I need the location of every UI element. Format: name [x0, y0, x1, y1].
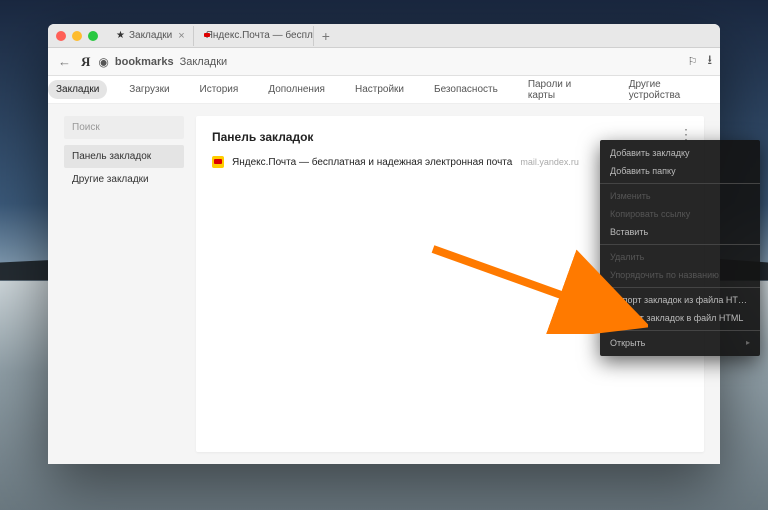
ctx-add-bookmark[interactable]: Добавить закладку [600, 144, 760, 162]
tab-bookmarks[interactable]: ★ Закладки × [108, 26, 194, 46]
tab-yandex-mail[interactable]: Яндекс.Почта — беспл... [194, 26, 314, 46]
close-tab-icon[interactable]: × [178, 30, 184, 42]
yandex-logo-icon[interactable]: Я [81, 54, 90, 70]
subnav-addons[interactable]: Дополнения [260, 80, 333, 99]
sidebar-item-bookmarks-bar[interactable]: Панель закладок [64, 145, 184, 168]
settings-subnav: Закладки Загрузки История Дополнения Нас… [48, 76, 720, 104]
ctx-import-html[interactable]: Импорт закладок из файла HTML [600, 291, 760, 309]
sidebar-item-other-bookmarks[interactable]: Другие закладки [64, 168, 184, 191]
ctx-paste[interactable]: Вставить [600, 223, 760, 241]
ctx-add-folder[interactable]: Добавить папку [600, 162, 760, 180]
titlebar: ★ Закладки × Яндекс.Почта — беспл... + [48, 24, 720, 48]
ctx-separator [600, 287, 760, 288]
yandex-mail-favicon [212, 156, 224, 168]
ctx-copy-link: Копировать ссылку [600, 205, 760, 223]
search-input[interactable]: Поиск [64, 116, 184, 139]
sidebar: Поиск Панель закладок Другие закладки [64, 116, 184, 452]
bookmark-title: Яндекс.Почта — бесплатная и надежная эле… [232, 157, 512, 168]
subnav-passwords[interactable]: Пароли и карты [520, 75, 607, 105]
downloads-icon[interactable]: ⭳ [707, 51, 712, 73]
subnav-history[interactable]: История [192, 80, 247, 99]
subnav-settings[interactable]: Настройки [347, 80, 412, 99]
subnav-devices[interactable]: Другие устройства [621, 75, 720, 105]
ctx-edit: Изменить [600, 187, 760, 205]
feedback-icon[interactable]: ⚐ [688, 55, 698, 68]
close-window-button[interactable] [56, 31, 66, 41]
context-menu: Добавить закладку Добавить папку Изменит… [600, 140, 760, 356]
minimize-window-button[interactable] [72, 31, 82, 41]
bookmark-url: mail.yandex.ru [520, 157, 579, 167]
address-path: Закладки [180, 56, 228, 68]
maximize-window-button[interactable] [88, 31, 98, 41]
ctx-sort-by-name: Упорядочить по названию [600, 266, 760, 284]
ctx-separator [600, 330, 760, 331]
subnav-security[interactable]: Безопасность [426, 80, 506, 99]
address-host: bookmarks [115, 56, 174, 68]
star-icon: ★ [116, 30, 125, 41]
window-controls [56, 31, 98, 41]
address-bar: ← Я ◉ bookmarks Закладки ⚐ ⭳ [48, 48, 720, 76]
tab-label: Яндекс.Почта — беспл... [206, 30, 314, 41]
new-tab-button[interactable]: + [314, 28, 338, 44]
browser-window: ★ Закладки × Яндекс.Почта — беспл... + ←… [48, 24, 720, 464]
address-field[interactable]: ◉ bookmarks Закладки [98, 55, 679, 69]
ctx-delete: Удалить [600, 248, 760, 266]
ctx-separator [600, 244, 760, 245]
ctx-export-html[interactable]: Экспорт закладок в файл HTML [600, 309, 760, 327]
back-button[interactable]: ← [56, 54, 73, 69]
subnav-downloads[interactable]: Загрузки [121, 80, 177, 99]
subnav-bookmarks[interactable]: Закладки [48, 80, 107, 99]
globe-icon: ◉ [98, 55, 108, 69]
ctx-open[interactable]: Открыть [600, 334, 760, 352]
ctx-separator [600, 183, 760, 184]
tab-label: Закладки [129, 30, 172, 41]
